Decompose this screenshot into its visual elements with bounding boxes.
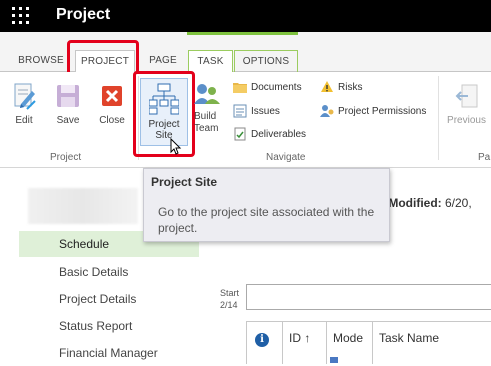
grid-header-task-name[interactable]: Task Name xyxy=(372,322,491,364)
tab-task[interactable]: TASK xyxy=(188,50,233,72)
timeline-start-date: 2/14 xyxy=(220,300,238,310)
last-modified: t Modified: 6/20, xyxy=(381,196,472,210)
folder-icon xyxy=(233,83,247,94)
deliverables-button[interactable]: Deliverables xyxy=(233,126,306,144)
app-title: Project xyxy=(56,6,111,23)
edit-button[interactable]: Edit xyxy=(6,82,42,127)
documents-label: Documents xyxy=(251,82,302,93)
group-label-navigate: Navigate xyxy=(266,152,306,163)
blurred-header xyxy=(28,188,138,224)
previous-page-icon xyxy=(455,84,477,108)
tooltip-body: Go to the project site associated with t… xyxy=(158,205,375,235)
documents-button[interactable]: Documents xyxy=(233,79,302,97)
issues-label: Issues xyxy=(251,106,280,117)
save-icon xyxy=(57,85,79,107)
nav-item-basic-details[interactable]: Basic Details xyxy=(19,259,199,285)
team-icon xyxy=(194,84,220,104)
build-team-label-line1: Build xyxy=(194,111,217,122)
issues-button[interactable]: Issues xyxy=(233,103,280,121)
timeline-start-label: Start xyxy=(220,288,240,298)
project-permissions-label: Project Permissions xyxy=(338,106,427,117)
mode-indicator xyxy=(330,357,338,363)
project-permissions-button[interactable]: Project Permissions xyxy=(320,103,426,121)
tooltip-title: Project Site xyxy=(151,175,218,189)
contextual-tab-accent xyxy=(187,32,298,35)
risks-label: Risks xyxy=(338,82,363,93)
close-button[interactable]: Close xyxy=(94,82,130,127)
app-launcher-icon[interactable] xyxy=(12,7,30,25)
ribbon-separator xyxy=(438,76,439,160)
nav-item-project-details[interactable]: Project Details xyxy=(19,286,199,312)
last-modified-label: t Modified: xyxy=(381,196,442,210)
previous-label: Previous xyxy=(447,115,486,126)
group-label-project: Project xyxy=(50,152,82,163)
permissions-icon xyxy=(320,105,334,118)
save-button[interactable]: Save xyxy=(50,82,86,127)
last-modified-value: 6/20, xyxy=(445,196,472,210)
timeline-bar[interactable] xyxy=(246,284,491,310)
grid-header-info[interactable]: i xyxy=(246,322,282,364)
deliverables-label: Deliverables xyxy=(251,129,307,140)
project-site-tooltip: Project Site Go to the project site asso… xyxy=(143,168,390,242)
save-label: Save xyxy=(56,115,80,126)
issues-list-icon xyxy=(233,104,247,118)
deliverables-icon xyxy=(234,127,246,141)
timeline-start: Start 2/14 xyxy=(220,287,239,311)
close-label: Close xyxy=(99,115,125,126)
build-team-label-line2: Team xyxy=(194,123,219,134)
risks-button[interactable]: Risks xyxy=(320,79,362,97)
build-team-button[interactable]: Build Team xyxy=(194,82,224,135)
tab-page[interactable]: PAGE xyxy=(140,50,186,72)
info-icon: i xyxy=(255,333,269,347)
group-label-page-partial: Pa xyxy=(478,152,491,163)
grid-header-id[interactable]: ID ↑ xyxy=(282,322,326,364)
tab-options[interactable]: OPTIONS xyxy=(234,50,298,72)
suite-bar: Project xyxy=(0,0,491,32)
task-grid-header: i ID ↑ Mode Task Name xyxy=(246,321,491,364)
mouse-cursor-icon xyxy=(170,138,182,155)
risks-icon xyxy=(321,81,333,93)
edit-label: Edit xyxy=(15,115,33,126)
previous-button[interactable]: Previous xyxy=(442,82,491,127)
highlight-project-site xyxy=(133,71,195,157)
edit-icon xyxy=(14,83,36,110)
tab-browse[interactable]: BROWSE xyxy=(11,50,71,72)
close-icon xyxy=(102,86,122,106)
nav-item-status-report[interactable]: Status Report xyxy=(19,313,199,339)
nav-item-financial-manager[interactable]: Financial Manager xyxy=(19,340,199,366)
